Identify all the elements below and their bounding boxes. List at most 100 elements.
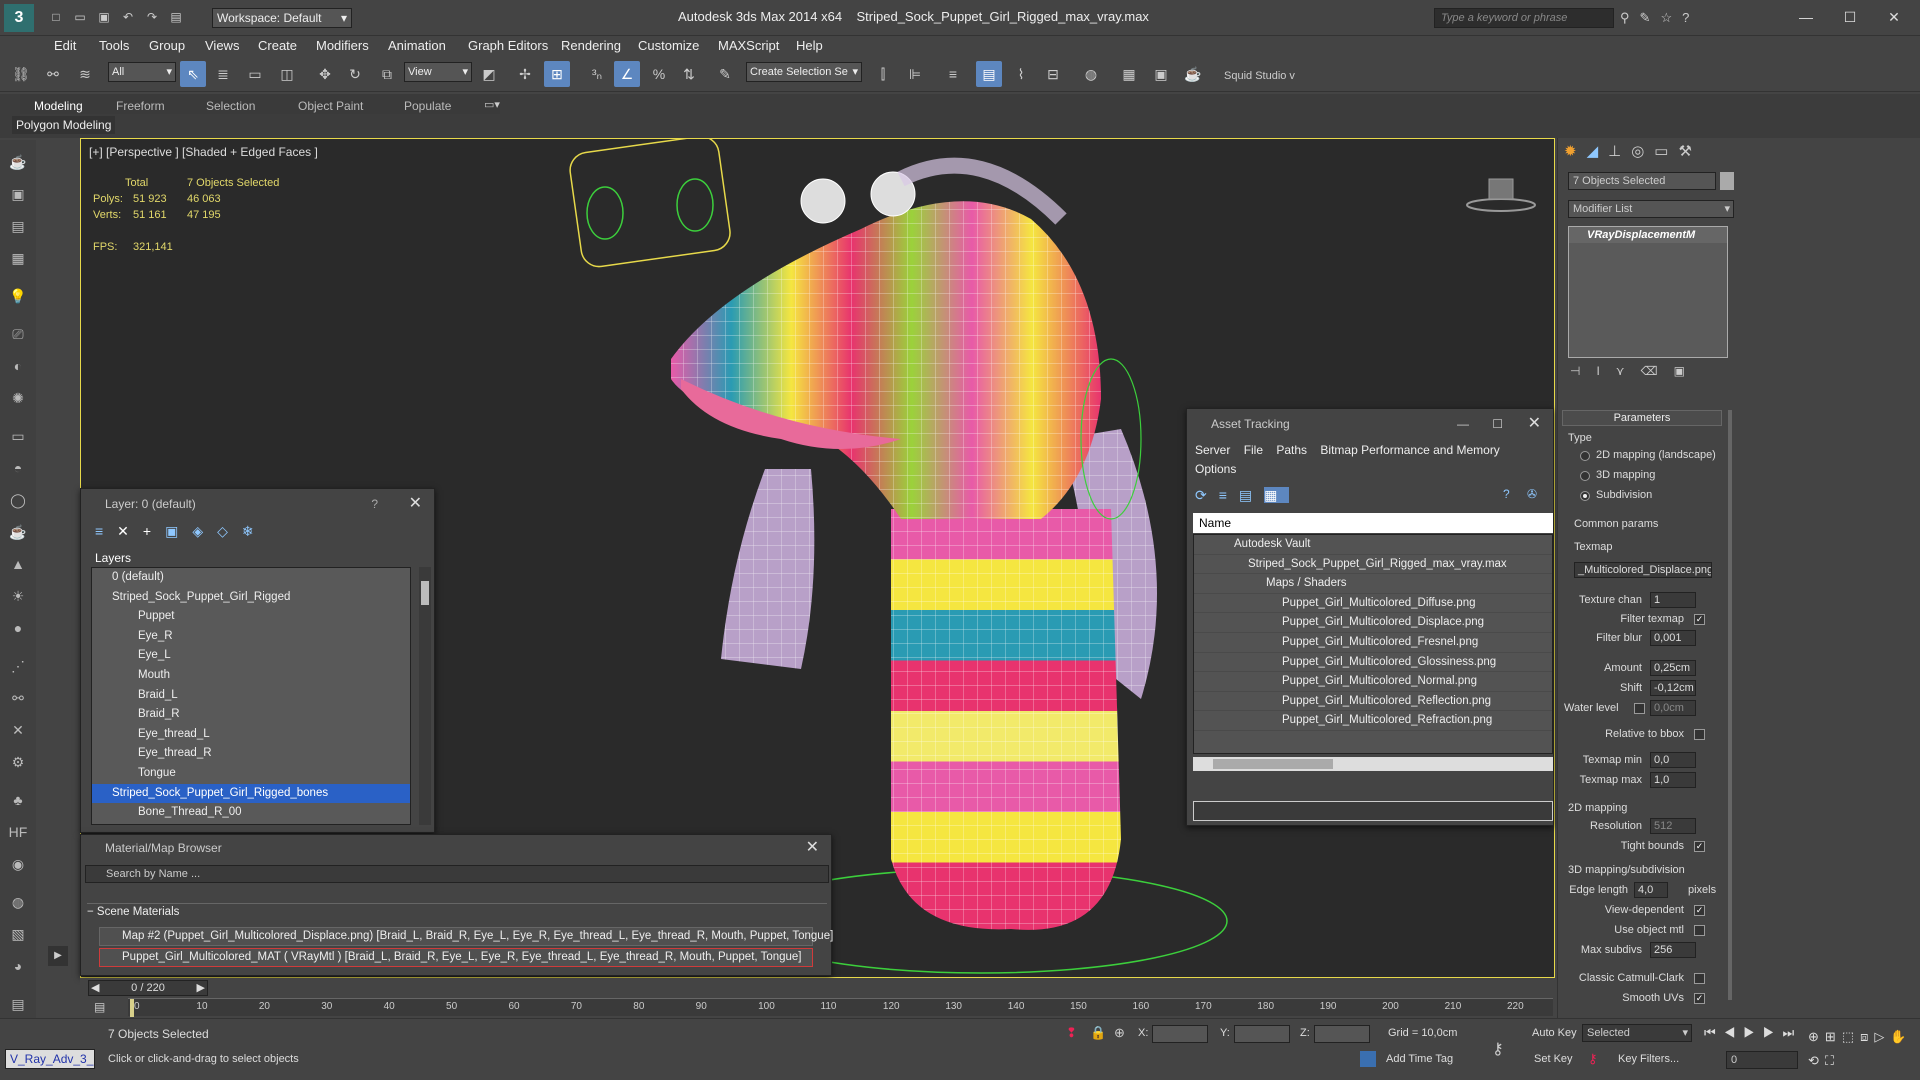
angle-snap-icon[interactable]: ∠: [614, 61, 640, 87]
move-icon[interactable]: ✥: [312, 61, 338, 87]
filter-blur-spinner[interactable]: 0,001: [1650, 630, 1696, 646]
pan-icon[interactable]: ✋: [1890, 1029, 1912, 1044]
material-browser-close-button[interactable]: ✕: [806, 835, 819, 861]
texture-chan-spinner[interactable]: 1: [1650, 592, 1696, 608]
track-bar[interactable]: 0 10 20 30 40 50 60 70 80 90 100 110 120 130 140 150 160…: [128, 998, 1553, 1017]
hide-layers-icon[interactable]: ◇: [217, 523, 242, 539]
texmap-button[interactable]: _Multicolored_Displace.png): [1574, 562, 1712, 578]
refresh-icon[interactable]: ⟳: [1195, 487, 1219, 503]
teapot2-icon[interactable]: ☕: [6, 520, 30, 544]
add-time-tag[interactable]: Add Time Tag: [1386, 1053, 1453, 1065]
asset-hscrollbar[interactable]: [1193, 757, 1553, 771]
highlight-layer-icon[interactable]: ◈: [192, 523, 217, 539]
binoculars-icon[interactable]: ⚲: [1620, 10, 1640, 25]
asset-menu-paths[interactable]: Paths: [1276, 443, 1307, 457]
scale-icon[interactable]: ⧉: [374, 61, 400, 87]
list-view-icon[interactable]: ≡: [1219, 487, 1239, 503]
radio-subdivision[interactable]: [1580, 491, 1590, 501]
ribbon-sub-tab[interactable]: Polygon Modeling: [12, 116, 116, 134]
shift-spinner[interactable]: -0,12cm: [1650, 680, 1696, 696]
time-slider-next[interactable]: ▶: [197, 981, 205, 995]
layer-row[interactable]: Bone_Thread_R_00: [92, 803, 410, 823]
close-button[interactable]: ✕: [1874, 6, 1914, 28]
orbit-icon[interactable]: ⟲: [1808, 1053, 1825, 1068]
show-end-result-icon[interactable]: I: [1596, 364, 1615, 378]
list-icon[interactable]: ▤: [6, 214, 30, 238]
menu-animation[interactable]: Animation: [388, 38, 446, 53]
isolate-icon[interactable]: ❢: [1066, 1025, 1077, 1041]
bind-space-warp-icon[interactable]: ≋: [72, 61, 98, 87]
snaps-toggle-icon[interactable]: ³ₙ: [584, 61, 610, 87]
goto-start-icon[interactable]: ⏮: [1704, 1025, 1724, 1040]
select-manipulate-icon[interactable]: ✢: [512, 61, 538, 87]
box-icon[interactable]: ▣: [6, 182, 30, 206]
edge-length-spinner[interactable]: 4,0: [1634, 882, 1668, 898]
asset-row-vault[interactable]: Autodesk Vault: [1194, 535, 1552, 555]
time-slider[interactable]: ◀ 0 / 220 ▶: [88, 980, 208, 996]
schematic-view-icon[interactable]: ⊟: [1040, 61, 1066, 87]
texmap-min-spinner[interactable]: 0,0: [1650, 752, 1696, 768]
layer-row-selected[interactable]: Striped_Sock_Puppet_Girl_Rigged_bones: [92, 783, 410, 804]
current-frame-field[interactable]: 0: [1726, 1051, 1798, 1069]
asset-name-column[interactable]: Name: [1193, 513, 1553, 533]
camera-icon[interactable]: ⎚: [6, 322, 30, 346]
asset-close-button[interactable]: ✕: [1528, 409, 1541, 439]
globe-icon[interactable]: ◍: [6, 890, 30, 914]
particles-icon[interactable]: ✺: [6, 386, 30, 410]
toggle-ribbon-icon[interactable]: ▤: [976, 61, 1002, 87]
maxscript-listener-tab[interactable]: V_Ray_Adv_3_: [5, 1049, 95, 1069]
key-mode-dropdown[interactable]: Selected ▾: [1582, 1024, 1692, 1042]
render-icon[interactable]: ▧: [6, 922, 30, 946]
fov-icon[interactable]: ▷: [1874, 1029, 1890, 1044]
rectangle-selection-icon[interactable]: ▭: [242, 61, 268, 87]
layers-header[interactable]: Layers: [95, 551, 131, 565]
teapot-icon[interactable]: ☕: [6, 150, 30, 174]
layer-explorer-icon[interactable]: ≡: [940, 61, 966, 87]
layer-row[interactable]: Eye_R: [92, 627, 410, 647]
layer-row[interactable]: Mouth: [92, 666, 410, 686]
max-subdivs-spinner[interactable]: 256: [1650, 942, 1696, 958]
command-panel-scrollbar[interactable]: [1728, 410, 1732, 1000]
view-dependent-checkbox[interactable]: ✓: [1694, 905, 1705, 916]
add-layer-icon[interactable]: +: [143, 523, 165, 539]
tight-bounds-checkbox[interactable]: ✓: [1694, 841, 1705, 852]
amount-spinner[interactable]: 0,25cm: [1650, 660, 1696, 676]
material-editor-icon[interactable]: ◍: [1078, 61, 1104, 87]
material-search-input[interactable]: Search by Name ...: [85, 865, 829, 883]
play-icon[interactable]: ▶: [1743, 1025, 1763, 1040]
bones-icon[interactable]: ✕: [6, 718, 30, 742]
modify-tab-icon[interactable]: ◢: [1587, 143, 1609, 160]
texture-icon[interactable]: ◉: [6, 852, 30, 876]
blue-sphere-icon[interactable]: ◕: [6, 954, 30, 978]
make-unique-icon[interactable]: ⋎: [1616, 364, 1641, 378]
asset-row-map[interactable]: Puppet_Girl_Multicolored_Glossiness.png: [1194, 653, 1552, 673]
material-item-vraymtl[interactable]: Puppet_Girl_Multicolored_MAT ( VRayMtl )…: [99, 948, 813, 967]
search-input[interactable]: Type a keyword or phrase: [1434, 8, 1614, 28]
asset-help-icon[interactable]: ?: [1503, 487, 1510, 501]
open-file-icon[interactable]: ▭: [70, 8, 90, 26]
cone-icon[interactable]: ▲: [6, 552, 30, 576]
plant-icon[interactable]: ♣: [6, 788, 30, 812]
scene-materials-header[interactable]: − Scene Materials: [87, 903, 827, 918]
key-mode-icon[interactable]: ⚷: [1492, 1039, 1504, 1059]
menu-rendering[interactable]: Rendering: [561, 38, 621, 53]
menu-create[interactable]: Create: [258, 38, 297, 53]
curve-editor-icon[interactable]: ⌇: [1008, 61, 1034, 87]
parameters-rollout-header[interactable]: Parameters: [1562, 410, 1722, 426]
create-tab-icon[interactable]: ✹: [1564, 143, 1587, 160]
menu-graph-editors[interactable]: Graph Editors: [468, 38, 548, 53]
align-icon[interactable]: ⊫: [902, 61, 928, 87]
remove-modifier-icon[interactable]: ⌫: [1641, 364, 1674, 378]
modifier-list-dropdown[interactable]: Modifier List ▾: [1568, 200, 1734, 218]
water-level-spinner[interactable]: 0,0cm: [1650, 700, 1696, 716]
trackbar-toggle-icon[interactable]: ▤: [94, 1000, 105, 1014]
hf-icon[interactable]: HF: [6, 820, 30, 844]
menu-views[interactable]: Views: [205, 38, 239, 53]
save-icon[interactable]: ▣: [94, 8, 114, 26]
workspace-dropdown[interactable]: Workspace: Default ▾: [212, 8, 352, 28]
zoom-all-icon[interactable]: ⊞: [1825, 1029, 1842, 1044]
select-object-icon[interactable]: ⇖: [180, 61, 206, 87]
timeline-toggle-icon[interactable]: ▶: [48, 946, 68, 966]
keyboard-shortcut-override-icon[interactable]: ⊞: [544, 61, 570, 87]
utilities-tab-icon[interactable]: ⚒: [1678, 143, 1701, 160]
